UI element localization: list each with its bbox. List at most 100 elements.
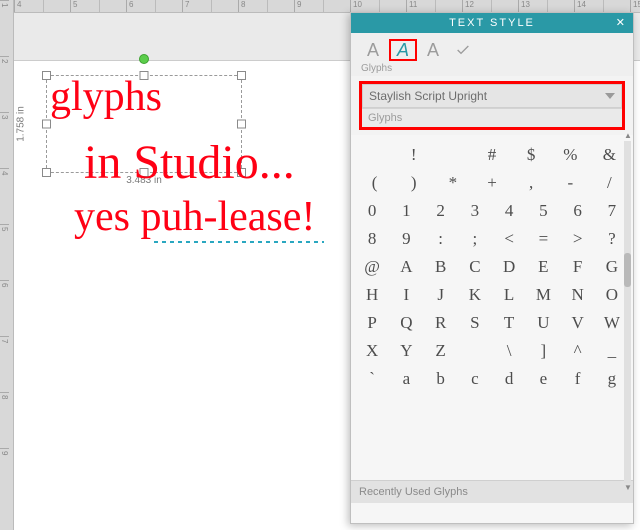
glyph-cell[interactable]: ;: [458, 225, 492, 253]
scroll-thumb[interactable]: [624, 253, 631, 287]
glyph-cell[interactable]: 8: [355, 225, 389, 253]
glyph-cell[interactable]: :: [424, 225, 458, 253]
spellcheck-underline: [154, 241, 324, 243]
glyph-cell[interactable]: $: [512, 141, 551, 169]
handle-e[interactable]: [237, 120, 246, 129]
ruler-v-tick: 2: [0, 56, 9, 112]
glyph-cell[interactable]: Y: [389, 337, 423, 365]
glyph-cell[interactable]: N: [561, 281, 595, 309]
glyph-cell[interactable]: U: [526, 309, 560, 337]
font-dropdown[interactable]: Staylish Script Upright: [362, 84, 622, 108]
glyph-cell[interactable]: %: [551, 141, 590, 169]
glyph-cell[interactable]: B: [424, 253, 458, 281]
glyph-cell[interactable]: <: [492, 225, 526, 253]
glyph-cell[interactable]: 5: [526, 197, 560, 225]
glyph-cell[interactable]: 1: [389, 197, 423, 225]
canvas-text-line3[interactable]: yes puh-lease!: [74, 199, 315, 237]
canvas-text-line2[interactable]: in Studio...: [84, 141, 295, 184]
ruler-v-tick: 9: [0, 448, 9, 504]
glyph-cell[interactable]: F: [561, 253, 595, 281]
glyph-cell[interactable]: !: [394, 141, 433, 169]
handle-sw[interactable]: [42, 168, 51, 177]
glyph-cell[interactable]: 2: [424, 197, 458, 225]
text-style-panel: TEXT STYLE ✕ A A A Glyphs Staylish Scrip…: [350, 12, 634, 524]
canvas-text-line1[interactable]: glyphs: [50, 79, 162, 117]
ruler-h-tick: 8: [238, 0, 294, 12]
glyph-cell[interactable]: [433, 141, 472, 169]
glyph-cell[interactable]: =: [526, 225, 560, 253]
glyph-cell[interactable]: b: [424, 365, 458, 393]
panel-close-button[interactable]: ✕: [616, 16, 627, 29]
glyph-cell[interactable]: f: [561, 365, 595, 393]
ruler-h-tick: 4: [14, 0, 70, 12]
glyph-cell[interactable]: C: [458, 253, 492, 281]
glyph-cell[interactable]: E: [526, 253, 560, 281]
glyph-cell[interactable]: -: [551, 169, 590, 197]
glyph-cell[interactable]: L: [492, 281, 526, 309]
glyph-cell[interactable]: I: [389, 281, 423, 309]
glyph-cell[interactable]: ,: [512, 169, 551, 197]
glyph-cell[interactable]: 3: [458, 197, 492, 225]
panel-title: TEXT STYLE: [449, 17, 535, 29]
glyph-cell[interactable]: 9: [389, 225, 423, 253]
ruler-h-tick: 9: [294, 0, 350, 12]
glyph-cell[interactable]: a: [389, 365, 423, 393]
glyph-cell[interactable]: D: [492, 253, 526, 281]
glyph-cell[interactable]: X: [355, 337, 389, 365]
glyph-cell[interactable]: (: [355, 169, 394, 197]
glyph-cell[interactable]: @: [355, 253, 389, 281]
glyph-cell[interactable]: T: [492, 309, 526, 337]
scroll-down-icon[interactable]: ▼: [624, 483, 631, 493]
glyph-cell[interactable]: V: [561, 309, 595, 337]
glyph-cell[interactable]: e: [526, 365, 560, 393]
tab-glyphs[interactable]: A: [389, 39, 417, 61]
glyph-cell[interactable]: >: [561, 225, 595, 253]
ruler-vertical: 123456789: [0, 0, 14, 530]
tab-font[interactable]: A: [359, 39, 387, 61]
glyph-cell[interactable]: M: [526, 281, 560, 309]
glyph-cell[interactable]: d: [492, 365, 526, 393]
glyphs-section-label: Glyphs: [362, 108, 622, 127]
glyph-cell[interactable]: *: [433, 169, 472, 197]
glyph-cell[interactable]: #: [472, 141, 511, 169]
ruler-h-tick: 6: [126, 0, 182, 12]
glyph-scrollbar[interactable]: ▲ ▼: [624, 141, 631, 483]
ruler-h-tick: 14: [574, 0, 630, 12]
handle-ne[interactable]: [237, 71, 246, 80]
glyph-cell[interactable]: +: [472, 169, 511, 197]
glyph-cell[interactable]: ): [394, 169, 433, 197]
ruler-v-tick: 1: [0, 0, 9, 56]
font-selection-block: Staylish Script Upright Glyphs: [359, 81, 625, 130]
glyph-cell[interactable]: ^: [561, 337, 595, 365]
ruler-h-tick: 10: [350, 0, 406, 12]
glyph-cell[interactable]: \: [492, 337, 526, 365]
ruler-v-tick: 5: [0, 224, 9, 280]
ruler-v-tick: 3: [0, 112, 9, 168]
glyph-cell[interactable]: K: [458, 281, 492, 309]
glyph-cell[interactable]: J: [424, 281, 458, 309]
glyph-cell[interactable]: `: [355, 365, 389, 393]
glyph-cell[interactable]: [458, 337, 492, 365]
glyph-cell[interactable]: H: [355, 281, 389, 309]
glyph-cell[interactable]: 0: [355, 197, 389, 225]
glyph-cell[interactable]: 6: [561, 197, 595, 225]
handle-w[interactable]: [42, 120, 51, 129]
glyph-cell[interactable]: c: [458, 365, 492, 393]
glyph-cell[interactable]: Z: [424, 337, 458, 365]
glyph-cell[interactable]: P: [355, 309, 389, 337]
scroll-up-icon[interactable]: ▲: [624, 131, 631, 141]
rotate-handle[interactable]: [139, 54, 149, 64]
ruler-v-tick: 6: [0, 280, 9, 336]
glyph-cell[interactable]: A: [389, 253, 423, 281]
glyph-cell[interactable]: S: [458, 309, 492, 337]
font-name-label: Staylish Script Upright: [369, 89, 487, 103]
glyph-cell[interactable]: [355, 141, 394, 169]
tab-spellcheck[interactable]: [449, 39, 477, 61]
glyph-cell[interactable]: R: [424, 309, 458, 337]
tab-style[interactable]: A: [419, 39, 447, 61]
glyph-cell[interactable]: ]: [526, 337, 560, 365]
glyph-cell[interactable]: 4: [492, 197, 526, 225]
ruler-h-tick: 13: [518, 0, 574, 12]
selection-height-label: 1.758 in: [15, 106, 26, 142]
glyph-cell[interactable]: Q: [389, 309, 423, 337]
